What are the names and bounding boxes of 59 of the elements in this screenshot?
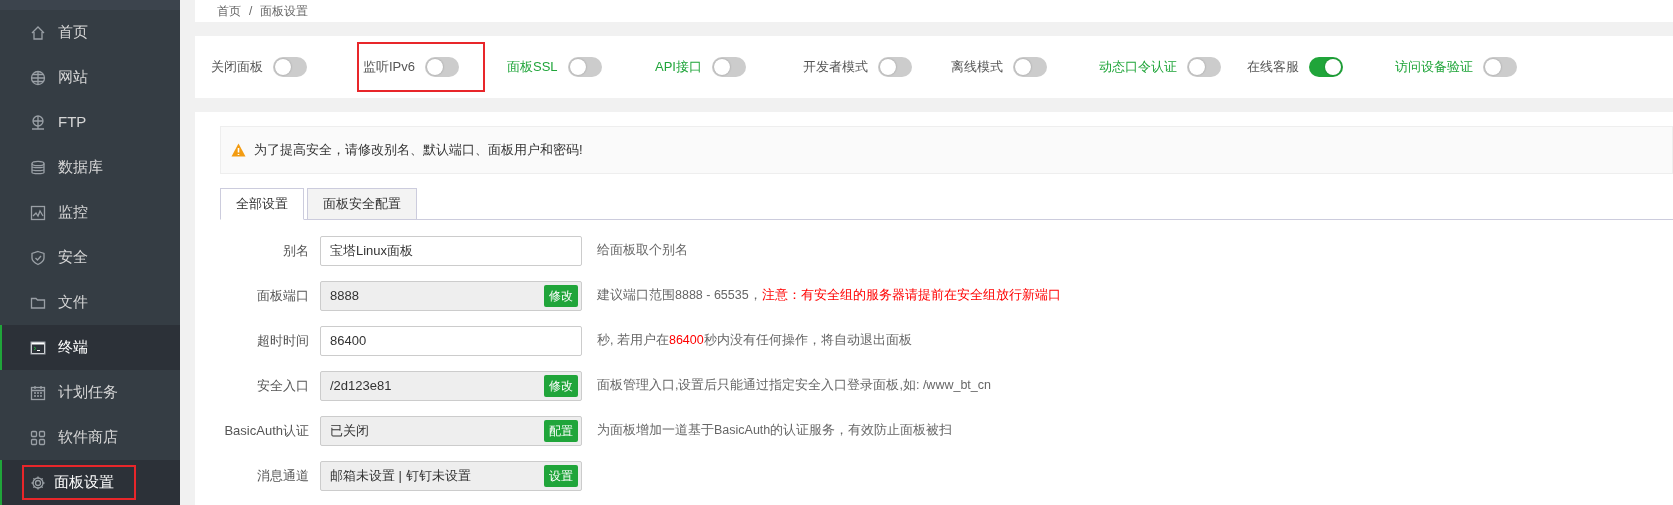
globe-icon bbox=[30, 69, 46, 86]
toggle-switch[interactable] bbox=[1187, 57, 1221, 77]
field-label: 别名 bbox=[282, 241, 310, 260]
home-icon bbox=[30, 24, 46, 41]
field-label: 安全入口 bbox=[256, 376, 310, 395]
toggle-label: 访问设备验证 bbox=[1395, 58, 1473, 77]
app-grid-icon bbox=[30, 429, 46, 446]
tab[interactable]: 全部设置 bbox=[220, 188, 304, 220]
help-text: 秒, 若用户在86400秒内没有任何操作，将自动退出面板 bbox=[597, 332, 912, 350]
toggle-label: API接口 bbox=[655, 58, 702, 77]
alert-text: 为了提高安全，请修改别名、默认端口、面板用户和密码! bbox=[254, 141, 583, 160]
breadcrumb-item[interactable]: 面板设置 bbox=[260, 2, 309, 20]
toggle-label: 监听IPv6 bbox=[363, 58, 415, 77]
sidebar-item[interactable]: 首页 bbox=[0, 10, 180, 55]
sidebar-item[interactable]: 数据库 bbox=[0, 145, 180, 190]
help-text: 建议端口范围8888 - 65535，注意：有安全组的服务器请提前在安全组放行新端口 bbox=[597, 287, 1061, 305]
toggle-label: 开发者模式 bbox=[803, 58, 868, 77]
toggle-label: 动态口令认证 bbox=[1099, 58, 1177, 77]
sidebar-item[interactable]: 面板设置 bbox=[0, 460, 180, 505]
shield-icon bbox=[30, 249, 46, 266]
sidebar-item[interactable]: 计划任务 bbox=[0, 370, 180, 415]
toggle-switch[interactable] bbox=[567, 57, 602, 77]
input-field[interactable]: 宝塔Linux面板 bbox=[320, 235, 582, 266]
tab[interactable]: 面板安全配置 bbox=[307, 188, 417, 220]
input-field[interactable]: 86400 bbox=[320, 325, 582, 356]
toggle-switch[interactable] bbox=[1013, 57, 1047, 77]
sidebar-item[interactable]: FTP bbox=[0, 100, 180, 145]
toggle-switch[interactable] bbox=[1309, 57, 1343, 77]
sidebar-item[interactable]: 软件商店 bbox=[0, 415, 180, 460]
field-label: BasicAuth认证 bbox=[223, 421, 310, 440]
toggle-label: 关闭面板 bbox=[211, 58, 263, 77]
toggle-switch[interactable] bbox=[1483, 57, 1517, 77]
field-label: 消息通道 bbox=[256, 466, 310, 485]
toggle-switch[interactable] bbox=[711, 57, 746, 77]
sidebar-item[interactable]: 文件 bbox=[0, 280, 180, 325]
help-text: 为面板增加一道基于BasicAuth的认证服务，有效防止面板被扫 bbox=[597, 422, 953, 440]
sidebar-item[interactable]: 网站 bbox=[0, 55, 180, 100]
breadcrumb-separator: / bbox=[249, 3, 253, 20]
field-label: 超时时间 bbox=[256, 331, 310, 350]
toggle-switch[interactable] bbox=[425, 57, 459, 77]
warning-icon bbox=[231, 143, 246, 157]
sidebar-item[interactable]: 安全 bbox=[0, 235, 180, 280]
toggle-label: 面板SSL bbox=[507, 58, 558, 77]
toggle-switch[interactable] bbox=[878, 57, 912, 77]
breadcrumb-item[interactable]: 首页 bbox=[217, 2, 241, 20]
help-text: 面板管理入口,设置后只能通过指定安全入口登录面板,如: /www_bt_cn bbox=[597, 377, 991, 395]
database-icon bbox=[30, 159, 46, 176]
monitor-chart-icon bbox=[30, 204, 46, 221]
toggle-label: 离线模式 bbox=[951, 58, 1003, 77]
calendar-icon bbox=[30, 384, 46, 401]
sidebar-item[interactable]: 终端 bbox=[0, 325, 180, 370]
help-text: 给面板取个别名 bbox=[597, 242, 688, 260]
sidebar-item[interactable]: 监控 bbox=[0, 190, 180, 235]
network-globe-icon bbox=[30, 114, 46, 131]
settings-icon bbox=[30, 474, 46, 491]
field-label: 面板端口 bbox=[256, 286, 310, 305]
toggle-switch[interactable] bbox=[273, 57, 307, 77]
toggle-label: 在线客服 bbox=[1247, 58, 1299, 77]
terminal-icon bbox=[30, 339, 46, 356]
